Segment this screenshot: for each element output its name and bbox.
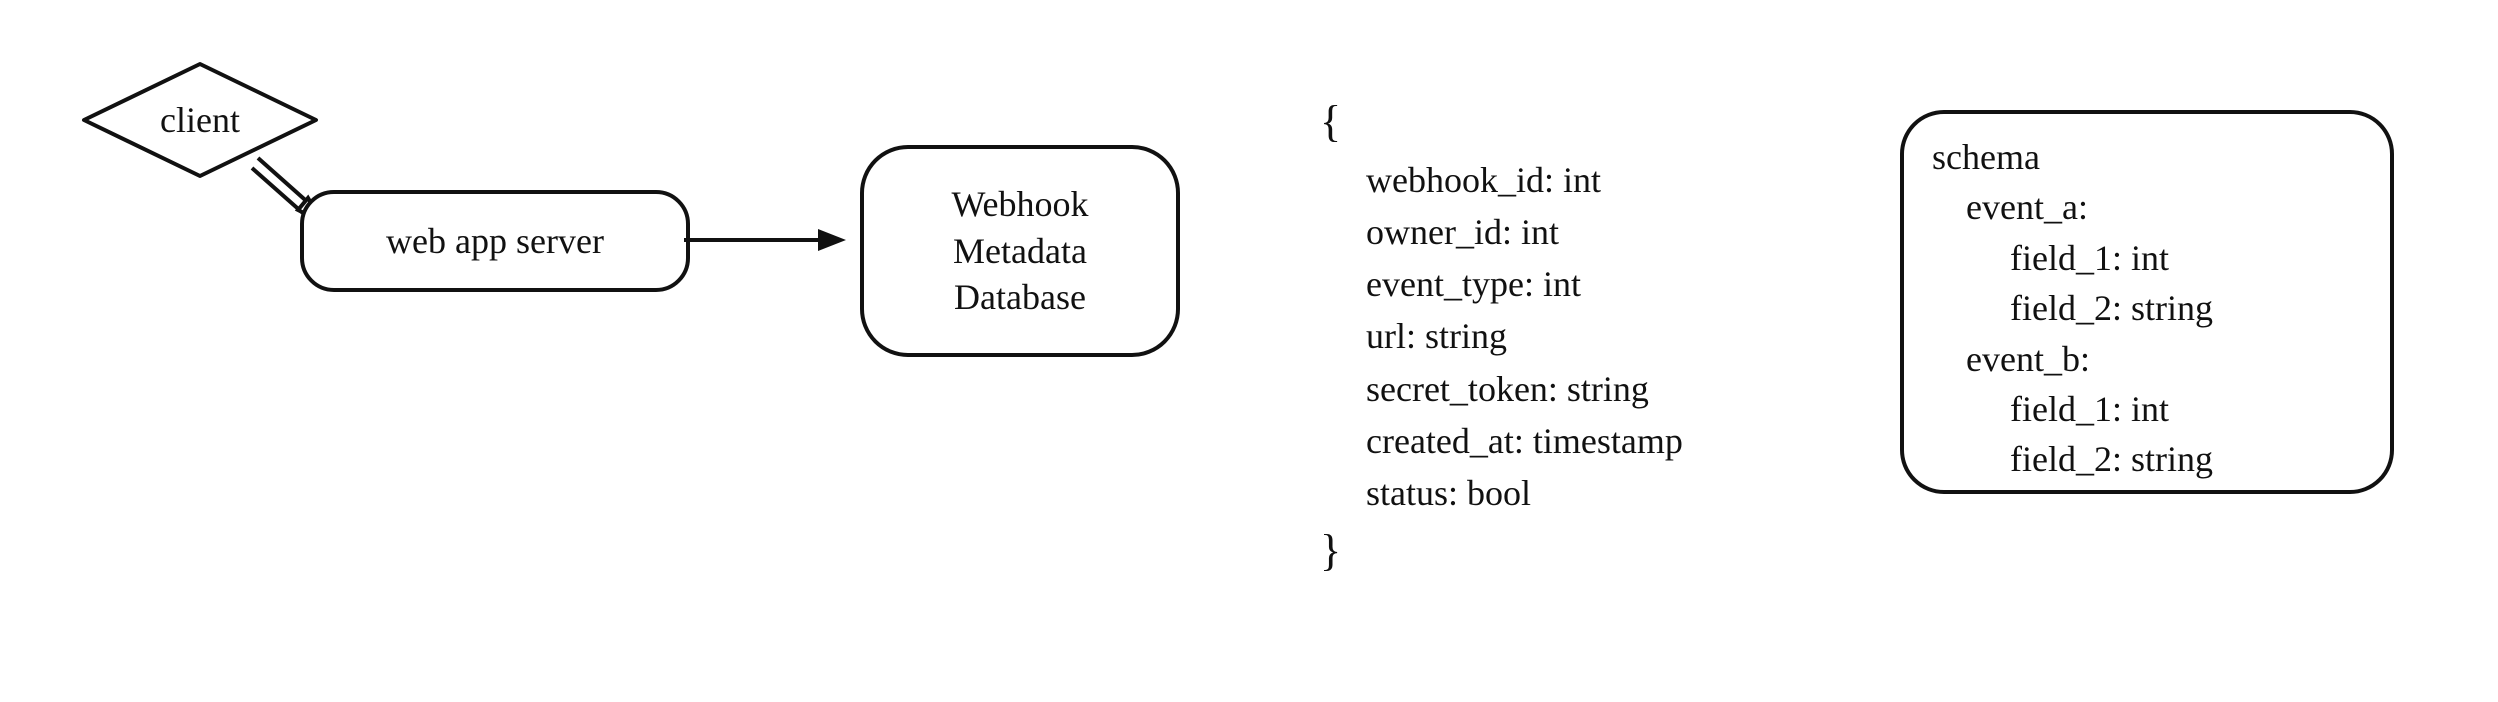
record-field: owner_id: int: [1320, 206, 1800, 258]
arrow-server-to-db: [680, 222, 850, 252]
record-field: status: bool: [1320, 467, 1800, 519]
record-field: url: string: [1320, 310, 1800, 362]
schema-field: field_2: string: [1932, 434, 2362, 484]
schema-field: field_1: int: [1932, 233, 2362, 283]
schema-title: schema: [1932, 132, 2362, 182]
schema-block: schema event_a: field_1: int field_2: st…: [1900, 110, 2394, 494]
database-node: Webhook Metadata Database: [860, 145, 1180, 357]
server-label: web app server: [386, 218, 604, 265]
brace-close: }: [1320, 519, 1800, 583]
record-field: webhook_id: int: [1320, 154, 1800, 206]
record-field: secret_token: string: [1320, 363, 1800, 415]
diagram-canvas: client web app server Webhook Metadata D…: [0, 0, 2498, 702]
record-field: created_at: timestamp: [1320, 415, 1800, 467]
server-node: web app server: [300, 190, 690, 292]
schema-event: event_b:: [1932, 334, 2362, 384]
record-field: event_type: int: [1320, 258, 1800, 310]
brace-open: {: [1320, 90, 1800, 154]
schema-event: event_a:: [1932, 182, 2362, 232]
schema-field: field_1: int: [1932, 384, 2362, 434]
schema-field: field_2: string: [1932, 283, 2362, 333]
record-block: { webhook_id: int owner_id: int event_ty…: [1320, 90, 1800, 583]
database-label: Webhook Metadata Database: [951, 181, 1088, 321]
